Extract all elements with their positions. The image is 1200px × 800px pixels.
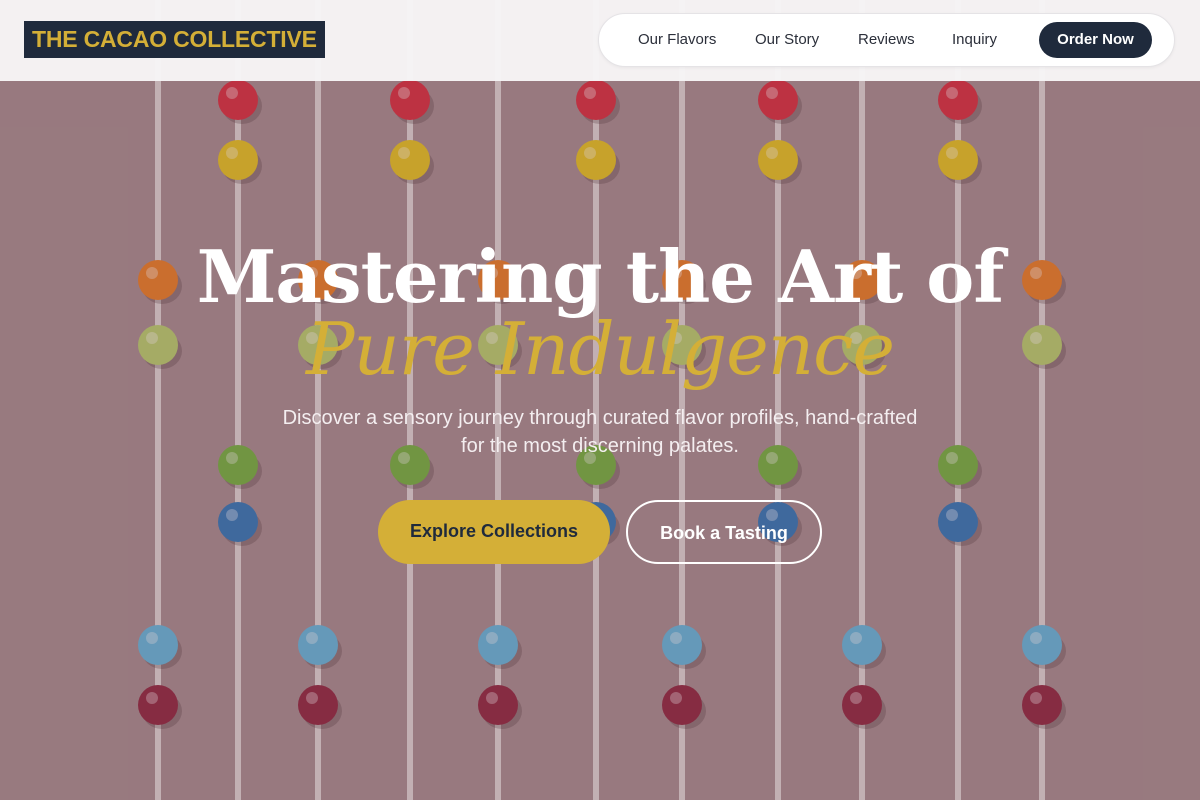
brand-logo[interactable]: THE CACAO COLLECTIVE [24,21,325,58]
book-tasting-button[interactable]: Book a Tasting [626,500,822,564]
main-nav: Our Flavors Our Story Reviews Inquiry Or… [598,13,1175,67]
hero-title-accent: Pure Indulgence [305,307,895,391]
nav-link-our-flavors[interactable]: Our Flavors [638,14,716,66]
brand-name: THE CACAO COLLECTIVE [32,26,317,52]
nav-link-inquiry[interactable]: Inquiry [952,14,997,66]
hero-subtitle: Discover a sensory journey through curat… [282,407,918,457]
hero-background [0,0,1200,800]
order-now-button[interactable]: Order Now [1039,22,1152,58]
hero-overlay [0,0,1200,800]
explore-collections-button[interactable]: Explore Collections [378,500,610,564]
nav-link-reviews[interactable]: Reviews [858,14,915,66]
nav-link-our-story[interactable]: Our Story [755,14,819,66]
site-header: THE CACAO COLLECTIVE Our Flavors Our Sto… [0,0,1200,81]
